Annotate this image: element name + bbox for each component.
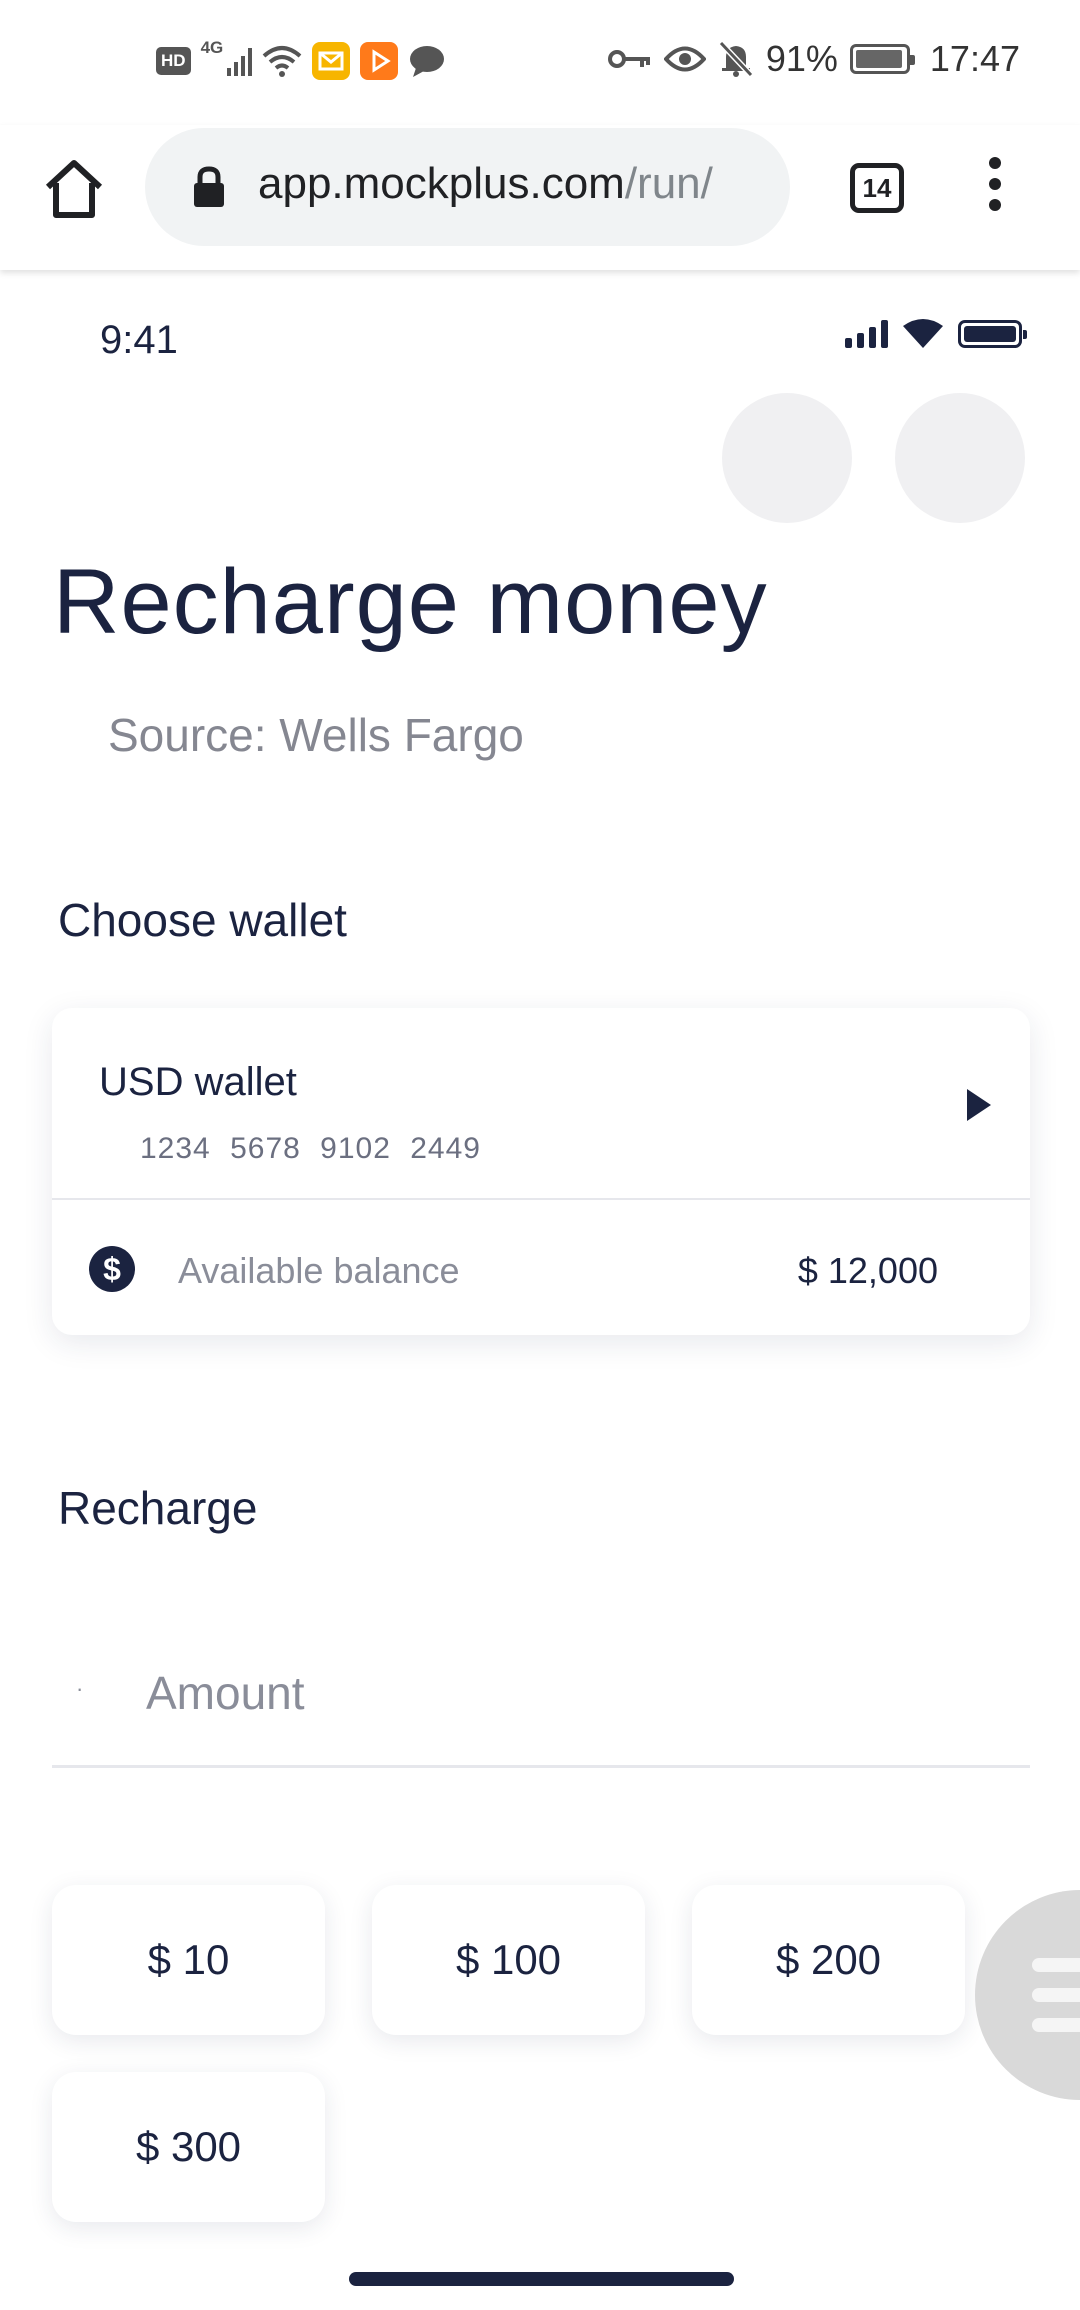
chat-icon: [410, 46, 445, 77]
mail-app-icon: [312, 42, 351, 80]
battery-percent: 91%: [765, 38, 838, 79]
choose-wallet-label: Choose wallet: [58, 894, 347, 946]
home-indicator[interactable]: [349, 2272, 734, 2286]
status-left-icons: HD 4G: [156, 38, 446, 80]
page-title: Recharge money: [53, 551, 768, 653]
browser-toolbar: app.mockplus.com/run/ 14: [0, 125, 1080, 270]
wifi-icon: [903, 319, 943, 348]
preset-300-button[interactable]: $ 300: [52, 2072, 325, 2222]
system-status-bar: HD 4G 91% 17:47: [0, 0, 1080, 125]
dollar-icon: $: [89, 1246, 135, 1292]
more-menu-icon[interactable]: [983, 157, 1007, 217]
wallet-name: USD wallet: [99, 1060, 297, 1104]
amount-input[interactable]: [146, 1658, 846, 1728]
eye-icon: [663, 46, 706, 72]
home-icon[interactable]: [40, 155, 108, 223]
chevron-right-icon[interactable]: [967, 1089, 991, 1121]
screen: HD 4G 91% 17:47 app.mockplus.com/run/ 14…: [0, 0, 1080, 2310]
url-path: /run/: [624, 159, 713, 208]
divider: [52, 1198, 1030, 1200]
preset-200-button[interactable]: $ 200: [692, 1885, 965, 2035]
network-label: 4G: [200, 38, 224, 57]
balance-value: $ 12,000: [797, 1250, 938, 1291]
source-label: Source: Wells Fargo: [108, 709, 524, 761]
app-status-icons: [845, 318, 1027, 350]
app-status-time: 9:41: [100, 318, 178, 362]
status-right-icons: 91% 17:47: [607, 38, 1020, 80]
balance-label: Available balance: [178, 1250, 460, 1291]
recharge-label: Recharge: [58, 1482, 258, 1534]
bell-muted-icon: [718, 40, 754, 78]
lock-icon: [194, 166, 224, 207]
vpn-key-icon: [607, 50, 650, 68]
header-action-button-2[interactable]: [895, 393, 1025, 523]
hd-icon: HD: [156, 47, 191, 75]
amount-field[interactable]: ·: [52, 1628, 1030, 1768]
wallet-card-number: 1234 5678 9102 2449: [140, 1132, 481, 1165]
url-text: app.mockplus.com/run/: [258, 159, 758, 209]
floating-menu-button[interactable]: [975, 1890, 1080, 2100]
battery-icon: [958, 320, 1027, 348]
url-domain: app.mockplus.com: [258, 159, 625, 208]
header-action-button-1[interactable]: [722, 393, 852, 523]
amount-prefix: ·: [76, 1676, 84, 1701]
signal-icon: [845, 320, 888, 348]
tab-switcher-button[interactable]: 14: [850, 163, 904, 213]
preset-10-button[interactable]: $ 10: [52, 1885, 325, 2035]
system-time: 17:47: [929, 38, 1020, 79]
battery-icon: [849, 44, 915, 74]
video-app-icon: [360, 42, 399, 80]
preset-100-button[interactable]: $ 100: [372, 1885, 645, 2035]
wallet-card[interactable]: USD wallet 1234 5678 9102 2449 $ Availab…: [52, 1008, 1030, 1335]
address-bar[interactable]: app.mockplus.com/run/: [145, 128, 790, 246]
wifi-icon: [262, 46, 302, 77]
cell-signal-icon: [227, 46, 253, 76]
